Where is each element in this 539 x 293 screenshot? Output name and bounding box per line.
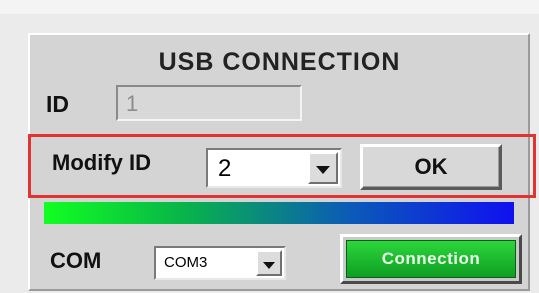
com-port-dropdown-button[interactable] [256, 250, 282, 276]
chevron-down-icon [316, 166, 330, 174]
id-label: ID [46, 91, 69, 117]
com-port-value: COM3 [164, 254, 208, 271]
status-gradient-bar [44, 202, 514, 224]
modify-id-select[interactable]: 2 [206, 148, 342, 188]
com-port-select[interactable]: COM3 [154, 246, 286, 280]
connection-button[interactable]: Connection [340, 234, 522, 284]
modify-id-value: 2 [218, 155, 232, 182]
connection-button-label: Connection [346, 240, 516, 278]
panel-title: USB CONNECTION [158, 48, 401, 76]
chevron-down-icon [263, 261, 275, 269]
modify-id-label: Modify ID [52, 150, 151, 175]
modify-id-dropdown-button[interactable] [308, 152, 338, 184]
com-label: COM [50, 248, 102, 273]
ok-button[interactable]: OK [360, 144, 502, 190]
id-field: 1 [116, 85, 302, 121]
